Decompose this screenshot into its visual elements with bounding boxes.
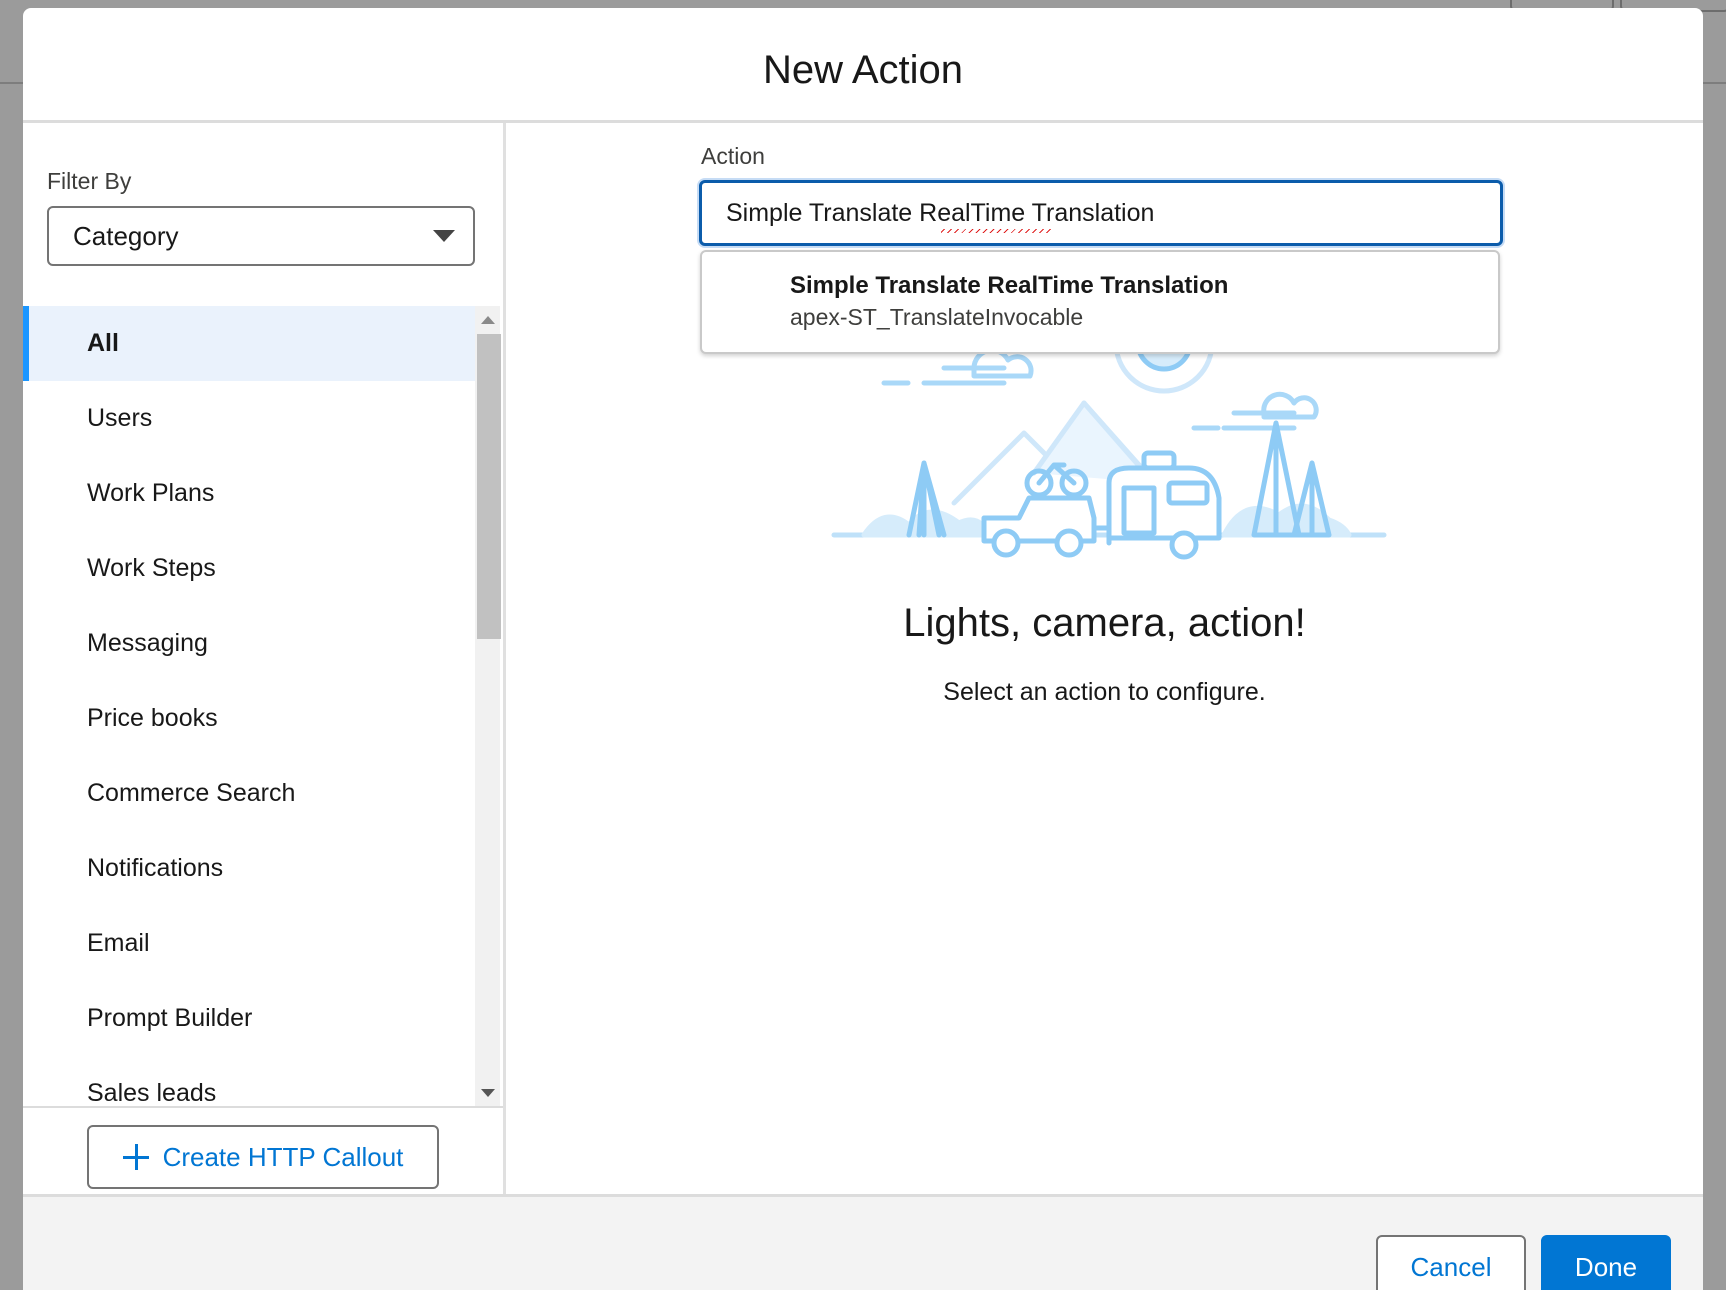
category-label: Email [87,929,150,957]
suggestion-subtitle: apex-ST_TranslateInvocable [790,304,1084,330]
plus-icon [122,1144,149,1170]
cloud-left [971,347,1034,379]
category-label: All [87,329,119,357]
action-search-input[interactable] [699,180,1503,246]
category-label: Work Steps [87,554,216,582]
action-field-label: Action [701,143,765,169]
cancel-button[interactable]: Cancel [1376,1235,1526,1290]
scrollbar-thumb[interactable] [477,334,501,639]
left-panel-divider [23,1106,503,1108]
create-http-callout-label: Create HTTP Callout [162,1141,404,1172]
suggestion-title: Simple Translate RealTime Translation [790,272,1229,299]
category-label: Messaging [87,629,208,657]
spellcheck-underline [941,229,1051,233]
category-list: All Users Work Plans Work Steps Messagin… [23,306,475,1106]
category-label: Prompt Builder [87,1004,253,1032]
modal-title: New Action [762,47,964,92]
category-label: Sales leads [87,1079,217,1106]
action-suggestions-dropdown: Simple Translate RealTime Translation ap… [700,250,1500,354]
action-suggestion-option[interactable]: Simple Translate RealTime Translation ap… [702,252,1498,352]
category-label: Work Plans [87,479,215,507]
category-item-price-books[interactable]: Price books [23,681,475,756]
category-label: Price books [87,704,218,732]
empty-state-title: Lights, camera, action! [903,601,1306,645]
filter-by-select[interactable]: Category [47,206,475,266]
filter-panel: Filter By Category All Users Work Plans … [23,123,506,1203]
done-button[interactable]: Done [1541,1235,1671,1290]
category-item-work-steps[interactable]: Work Steps [23,531,475,606]
category-scrollbar[interactable] [475,306,501,1106]
new-action-modal: New Action Filter By Category All Users … [23,8,1703,1290]
category-item-email[interactable]: Email [23,906,475,981]
category-item-sales-leads[interactable]: Sales leads [23,1056,475,1106]
camping-illustration [831,323,1387,560]
modal-footer: Cancel Done [23,1194,1703,1290]
category-item-work-plans[interactable]: Work Plans [23,456,475,531]
scroll-down-arrow-icon[interactable] [481,1089,495,1097]
category-item-messaging[interactable]: Messaging [23,606,475,681]
modal-header: New Action [23,8,1703,123]
category-item-all[interactable]: All [23,306,475,381]
category-label: Notifications [87,854,224,882]
filter-by-value: Category [73,220,179,251]
scroll-up-arrow-icon[interactable] [481,316,495,324]
chevron-down-icon [433,230,455,242]
empty-state-subtitle: Select an action to configure. [943,678,1266,706]
category-item-notifications[interactable]: Notifications [23,831,475,906]
category-label: Users [87,404,153,432]
filter-by-label: Filter By [47,168,132,194]
category-item-users[interactable]: Users [23,381,475,456]
create-http-callout-button[interactable]: Create HTTP Callout [87,1125,439,1189]
category-label: Commerce Search [87,779,296,807]
action-panel: Action Simple Translate RealTime Transla… [506,123,1703,1203]
category-item-commerce-search[interactable]: Commerce Search [23,756,475,831]
category-item-prompt-builder[interactable]: Prompt Builder [23,981,475,1056]
